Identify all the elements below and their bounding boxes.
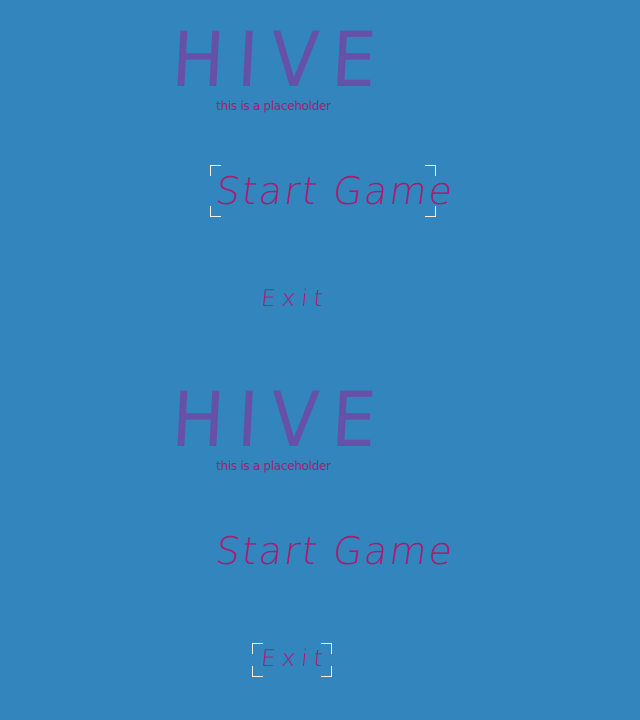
- exit-button[interactable]: Exit: [252, 283, 332, 317]
- start-game-button[interactable]: Start Game: [210, 525, 457, 577]
- exit-button[interactable]: Exit: [252, 643, 332, 677]
- main-menu-screen: HIVE this is a placeholder Start Game Ex…: [0, 360, 640, 720]
- game-subtitle: this is a placeholder: [216, 99, 331, 113]
- start-game-label: Start Game: [212, 529, 458, 573]
- start-game-label: Start Game: [212, 169, 458, 213]
- game-title: HIVE: [169, 375, 392, 464]
- exit-label: Exit: [259, 646, 330, 672]
- game-title: HIVE: [169, 15, 392, 104]
- start-game-button[interactable]: Start Game: [210, 165, 457, 217]
- game-subtitle: this is a placeholder: [216, 459, 331, 473]
- exit-label: Exit: [259, 286, 330, 312]
- main-menu-screen: HIVE this is a placeholder Start Game Ex…: [0, 0, 640, 360]
